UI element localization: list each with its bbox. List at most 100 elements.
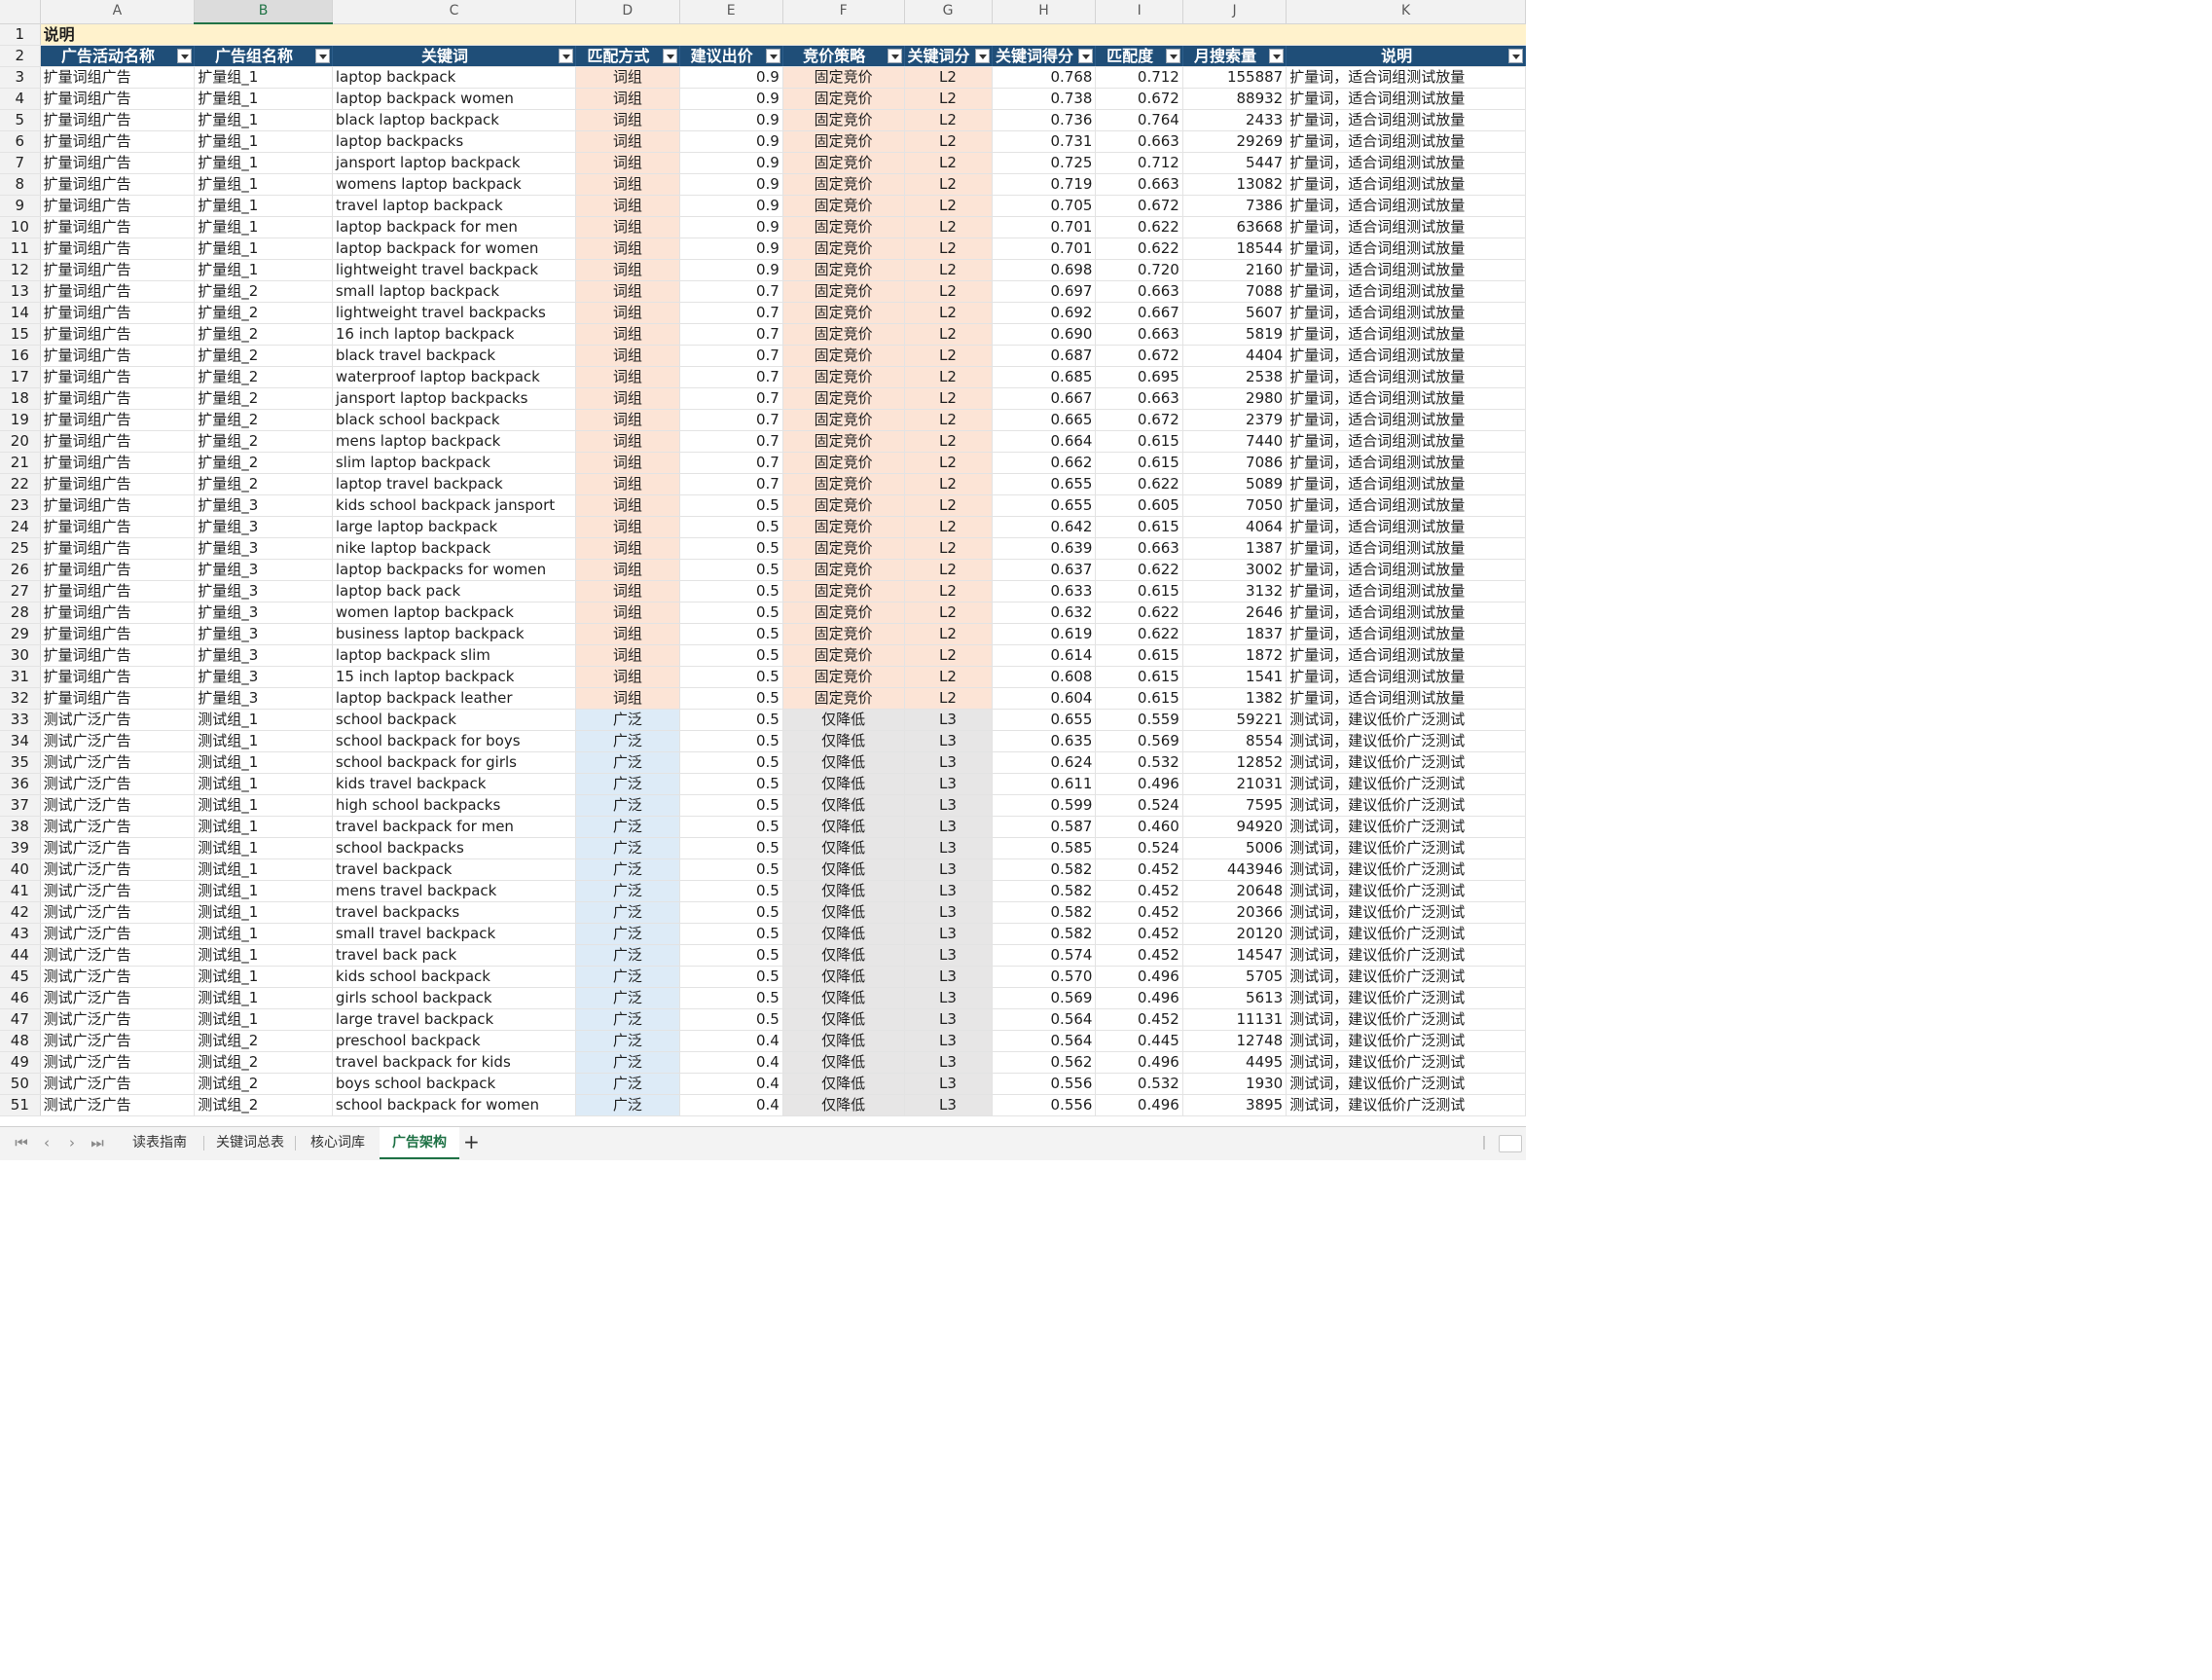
bid-cell[interactable]: 0.9 (679, 259, 783, 281)
volume-cell[interactable]: 18544 (1182, 237, 1287, 260)
keyword-cell[interactable]: laptop travel backpack (332, 473, 577, 495)
relevance-cell[interactable]: 0.615 (1095, 644, 1183, 667)
relevance-cell[interactable]: 0.712 (1095, 66, 1183, 89)
note-text-cell[interactable]: 扩量词，适合词组测试放量 (1286, 109, 1526, 131)
bid-cell[interactable]: 0.5 (679, 516, 783, 538)
match-type-cell[interactable]: 词组 (575, 345, 680, 367)
score-cell[interactable]: 0.685 (992, 366, 1097, 388)
volume-cell[interactable]: 5819 (1182, 323, 1287, 346)
row-number[interactable]: 17 (0, 366, 41, 388)
strategy-cell[interactable]: 固定竞价 (782, 130, 905, 153)
strategy-cell[interactable]: 固定竞价 (782, 516, 905, 538)
match-type-cell[interactable]: 广泛 (575, 987, 680, 1009)
score-cell[interactable]: 0.664 (992, 430, 1097, 453)
column-header-f[interactable]: F (782, 0, 905, 24)
keyword-cell[interactable]: high school backpacks (332, 794, 577, 817)
campaign-cell[interactable]: 扩量词组广告 (40, 452, 196, 474)
adgroup-cell[interactable]: 扩量组_1 (194, 173, 333, 196)
strategy-cell[interactable]: 固定竞价 (782, 452, 905, 474)
keyword-cell[interactable]: travel back pack (332, 944, 577, 967)
keyword-cell[interactable]: laptop back pack (332, 580, 577, 603)
strategy-cell[interactable]: 固定竞价 (782, 66, 905, 89)
tier-cell[interactable]: L3 (904, 1073, 993, 1095)
volume-cell[interactable]: 4064 (1182, 516, 1287, 538)
strategy-cell[interactable]: 固定竞价 (782, 409, 905, 431)
bid-cell[interactable]: 0.7 (679, 387, 783, 410)
row-number[interactable]: 21 (0, 452, 41, 474)
header-cell-i[interactable]: 匹配度 (1095, 45, 1183, 67)
row-number[interactable]: 33 (0, 709, 41, 731)
row-number[interactable]: 3 (0, 66, 41, 89)
score-cell[interactable]: 0.698 (992, 259, 1097, 281)
match-type-cell[interactable]: 广泛 (575, 709, 680, 731)
keyword-cell[interactable]: business laptop backpack (332, 623, 577, 645)
note-text-cell[interactable]: 测试词，建议低价广泛测试 (1286, 880, 1526, 902)
campaign-cell[interactable]: 扩量词组广告 (40, 216, 196, 238)
note-text-cell[interactable]: 扩量词，适合词组测试放量 (1286, 195, 1526, 217)
relevance-cell[interactable]: 0.496 (1095, 966, 1183, 988)
tier-cell[interactable]: L2 (904, 387, 993, 410)
adgroup-cell[interactable]: 扩量组_1 (194, 216, 333, 238)
bid-cell[interactable]: 0.5 (679, 837, 783, 859)
bid-cell[interactable]: 0.4 (679, 1094, 783, 1116)
tier-cell[interactable]: L2 (904, 345, 993, 367)
match-type-cell[interactable]: 词组 (575, 666, 680, 688)
match-type-cell[interactable]: 广泛 (575, 1051, 680, 1074)
strategy-cell[interactable]: 固定竞价 (782, 366, 905, 388)
relevance-cell[interactable]: 0.452 (1095, 923, 1183, 945)
keyword-cell[interactable]: 16 inch laptop backpack (332, 323, 577, 346)
relevance-cell[interactable]: 0.615 (1095, 666, 1183, 688)
match-type-cell[interactable]: 词组 (575, 516, 680, 538)
bid-cell[interactable]: 0.5 (679, 794, 783, 817)
bid-cell[interactable]: 0.5 (679, 944, 783, 967)
bid-cell[interactable]: 0.5 (679, 880, 783, 902)
adgroup-cell[interactable]: 扩量组_2 (194, 345, 333, 367)
strategy-cell[interactable]: 固定竞价 (782, 666, 905, 688)
relevance-cell[interactable]: 0.532 (1095, 751, 1183, 774)
strategy-cell[interactable]: 固定竞价 (782, 537, 905, 560)
strategy-cell[interactable]: 仅降低 (782, 923, 905, 945)
adgroup-cell[interactable]: 测试组_1 (194, 794, 333, 817)
score-cell[interactable]: 0.611 (992, 773, 1097, 795)
match-type-cell[interactable]: 词组 (575, 259, 680, 281)
adgroup-cell[interactable]: 测试组_1 (194, 987, 333, 1009)
match-type-cell[interactable]: 广泛 (575, 816, 680, 838)
bid-cell[interactable]: 0.7 (679, 409, 783, 431)
keyword-cell[interactable]: laptop backpack for women (332, 237, 577, 260)
score-cell[interactable]: 0.719 (992, 173, 1097, 196)
tier-cell[interactable]: L3 (904, 1008, 993, 1031)
relevance-cell[interactable]: 0.622 (1095, 559, 1183, 581)
relevance-cell[interactable]: 0.720 (1095, 259, 1183, 281)
strategy-cell[interactable]: 仅降低 (782, 1051, 905, 1074)
tier-cell[interactable]: L2 (904, 644, 993, 667)
campaign-cell[interactable]: 测试广泛广告 (40, 1051, 196, 1074)
match-type-cell[interactable]: 词组 (575, 237, 680, 260)
tier-cell[interactable]: L2 (904, 280, 993, 303)
match-type-cell[interactable]: 词组 (575, 280, 680, 303)
bid-cell[interactable]: 0.5 (679, 687, 783, 710)
score-cell[interactable]: 0.632 (992, 602, 1097, 624)
match-type-cell[interactable]: 广泛 (575, 730, 680, 752)
keyword-cell[interactable]: kids school backpack (332, 966, 577, 988)
tier-cell[interactable]: L2 (904, 494, 993, 517)
header-cell-c[interactable]: 关键词 (332, 45, 577, 67)
relevance-cell[interactable]: 0.445 (1095, 1030, 1183, 1052)
campaign-cell[interactable]: 扩量词组广告 (40, 152, 196, 174)
keyword-cell[interactable]: laptop backpacks (332, 130, 577, 153)
match-type-cell[interactable]: 词组 (575, 430, 680, 453)
score-cell[interactable]: 0.690 (992, 323, 1097, 346)
score-cell[interactable]: 0.655 (992, 494, 1097, 517)
relevance-cell[interactable]: 0.672 (1095, 345, 1183, 367)
keyword-cell[interactable]: travel backpack for kids (332, 1051, 577, 1074)
volume-cell[interactable]: 3895 (1182, 1094, 1287, 1116)
strategy-cell[interactable]: 仅降低 (782, 880, 905, 902)
score-cell[interactable]: 0.725 (992, 152, 1097, 174)
row-number[interactable]: 4 (0, 88, 41, 110)
note-text-cell[interactable]: 测试词，建议低价广泛测试 (1286, 966, 1526, 988)
volume-cell[interactable]: 5006 (1182, 837, 1287, 859)
note-text-cell[interactable]: 扩量词，适合词组测试放量 (1286, 216, 1526, 238)
adgroup-cell[interactable]: 扩量组_2 (194, 280, 333, 303)
relevance-cell[interactable]: 0.663 (1095, 537, 1183, 560)
strategy-cell[interactable]: 仅降低 (782, 837, 905, 859)
score-cell[interactable]: 0.731 (992, 130, 1097, 153)
